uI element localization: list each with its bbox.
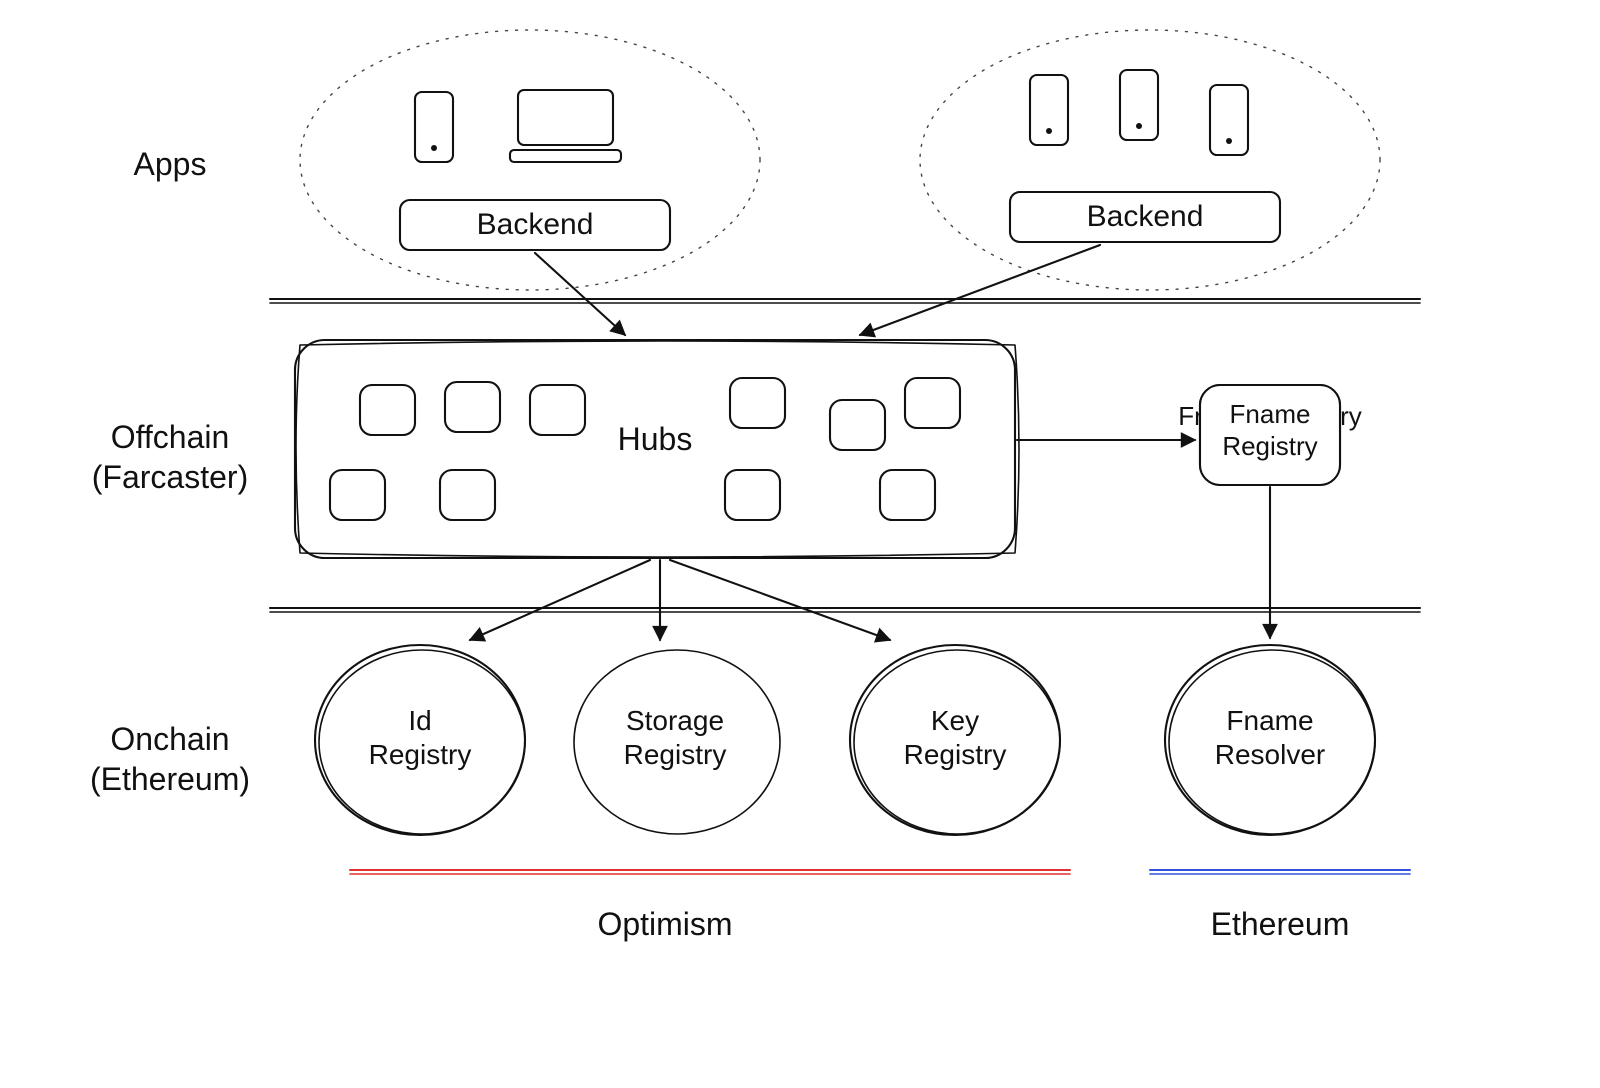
fname-resolver-label-1: Fname xyxy=(1226,705,1313,736)
hub-node-icon xyxy=(725,470,780,520)
fname-resolver-ellipse: Fname Resolver xyxy=(1165,645,1375,835)
key-registry-label-2: Registry xyxy=(904,739,1007,770)
hubs-label: Hubs xyxy=(618,421,693,457)
hub-node-icon xyxy=(360,385,415,435)
id-registry-label-2: Registry xyxy=(369,739,472,770)
separator-offchain-onchain xyxy=(270,608,1420,612)
laptop-icon xyxy=(510,90,621,162)
app-bubble-left: Backend xyxy=(300,30,760,290)
fname-resolver-label-2: Resolver xyxy=(1215,739,1325,770)
arrow-backend-right-to-hubs xyxy=(860,245,1100,335)
key-registry-ellipse: Key Registry xyxy=(850,645,1060,835)
hub-node-icon xyxy=(530,385,585,435)
phone-icon xyxy=(1030,75,1068,145)
phone-icon xyxy=(415,92,453,162)
chain-label-optimism: Optimism xyxy=(597,906,732,942)
row-label-offchain-1: Offchain xyxy=(111,419,230,455)
storage-registry-ellipse: Storage Registry xyxy=(574,650,780,834)
hub-node-icon xyxy=(730,378,785,428)
fname-registry-label-1: Fname xyxy=(1230,399,1311,429)
key-registry-label-1: Key xyxy=(931,705,979,736)
hub-node-icon xyxy=(445,382,500,432)
arrow-backend-left-to-hubs xyxy=(535,253,625,335)
row-label-apps: Apps xyxy=(134,146,207,182)
arrow-hubs-to-id-registry xyxy=(470,560,650,640)
app-bubble-right: Backend xyxy=(920,30,1380,290)
id-registry-label-1: Id xyxy=(408,705,431,736)
phone-icon xyxy=(1210,85,1248,155)
optimism-underline xyxy=(350,870,1070,874)
row-label-onchain-1: Onchain xyxy=(110,721,229,757)
hub-node-icon xyxy=(440,470,495,520)
storage-registry-label-1: Storage xyxy=(626,705,724,736)
storage-registry-label-2: Registry xyxy=(624,739,727,770)
row-label-onchain-2: (Ethereum) xyxy=(90,761,250,797)
id-registry-ellipse: Id Registry xyxy=(315,645,525,835)
arrow-hubs-to-key-registry xyxy=(670,560,890,640)
chain-label-ethereum: Ethereum xyxy=(1211,906,1350,942)
ethereum-underline xyxy=(1150,870,1410,874)
hub-node-icon xyxy=(330,470,385,520)
hub-node-icon xyxy=(905,378,960,428)
fname-registry-label-2: Registry xyxy=(1222,431,1317,461)
hubs-container: Hubs xyxy=(295,340,1019,558)
backend-label-right: Backend xyxy=(1087,200,1204,233)
phone-icon xyxy=(1120,70,1158,140)
hub-node-icon xyxy=(830,400,885,450)
hub-node-icon xyxy=(880,470,935,520)
row-label-offchain-2: (Farcaster) xyxy=(92,459,248,495)
separator-apps-offchain xyxy=(270,299,1420,303)
backend-label-left: Backend xyxy=(477,208,594,241)
